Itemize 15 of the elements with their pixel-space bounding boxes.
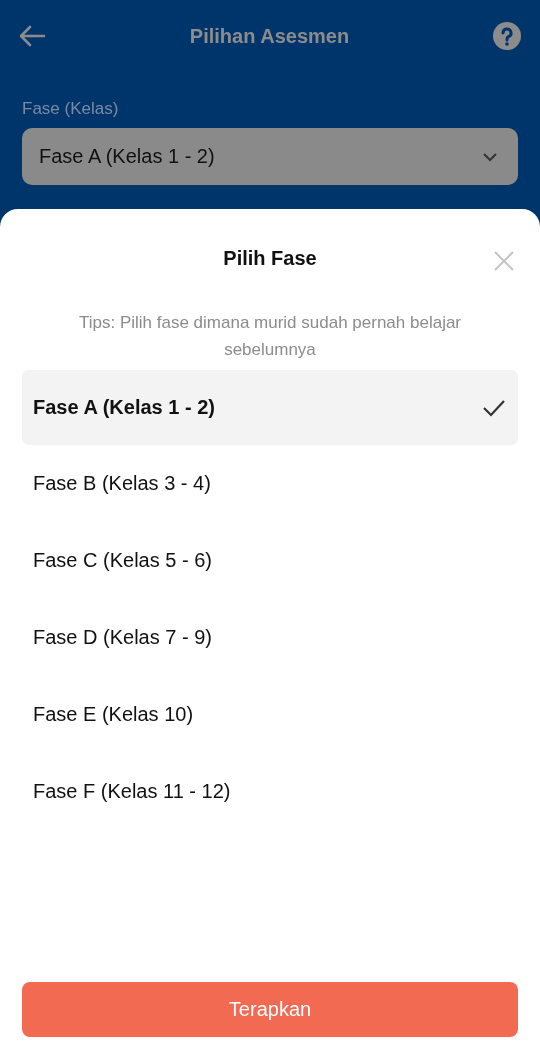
sheet-title: Pilih Fase bbox=[223, 246, 317, 270]
phase-option[interactable]: Fase E (Kelas 10) bbox=[22, 676, 518, 753]
back-arrow-icon[interactable] bbox=[18, 25, 46, 47]
help-icon[interactable] bbox=[493, 22, 521, 50]
checkmark-icon bbox=[482, 398, 506, 417]
phase-option[interactable]: Fase C (Kelas 5 - 6) bbox=[22, 522, 518, 599]
phase-option[interactable]: Fase B (Kelas 3 - 4) bbox=[22, 445, 518, 522]
phase-option[interactable]: Fase F (Kelas 11 - 12) bbox=[22, 753, 518, 830]
phase-option[interactable]: Fase A (Kelas 1 - 2) bbox=[22, 370, 518, 445]
tips-text: Tips: Pilih fase dimana murid sudah pernah belajar sebelumnya bbox=[77, 312, 463, 361]
page-title: Pilihan Asesmen bbox=[189, 24, 350, 48]
field-label: Fase (Kelas) bbox=[22, 99, 120, 119]
phase-option[interactable]: Fase D (Kelas 7 - 9) bbox=[22, 599, 518, 676]
chevron-down-icon bbox=[482, 151, 498, 162]
phase-select[interactable]: Fase A (Kelas 1 - 2) bbox=[22, 128, 518, 185]
